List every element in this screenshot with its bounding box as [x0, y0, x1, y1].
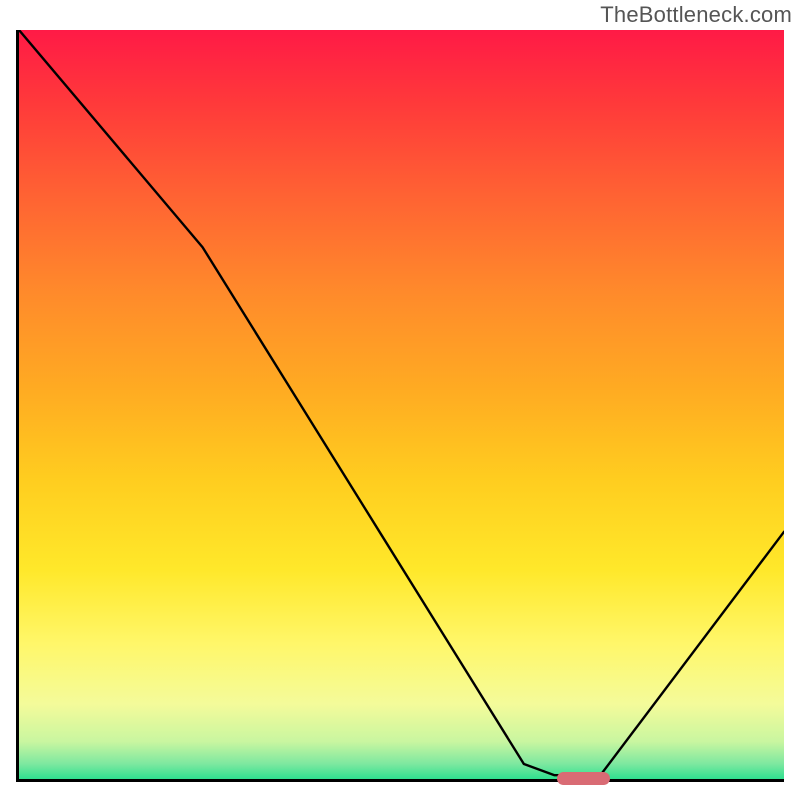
- watermark-text: TheBottleneck.com: [600, 2, 792, 28]
- chart-frame: TheBottleneck.com: [0, 0, 800, 800]
- optimal-range-marker: [557, 772, 611, 785]
- chart-svg: [19, 30, 784, 779]
- gradient-background: [19, 30, 784, 779]
- plot-area: [16, 30, 784, 782]
